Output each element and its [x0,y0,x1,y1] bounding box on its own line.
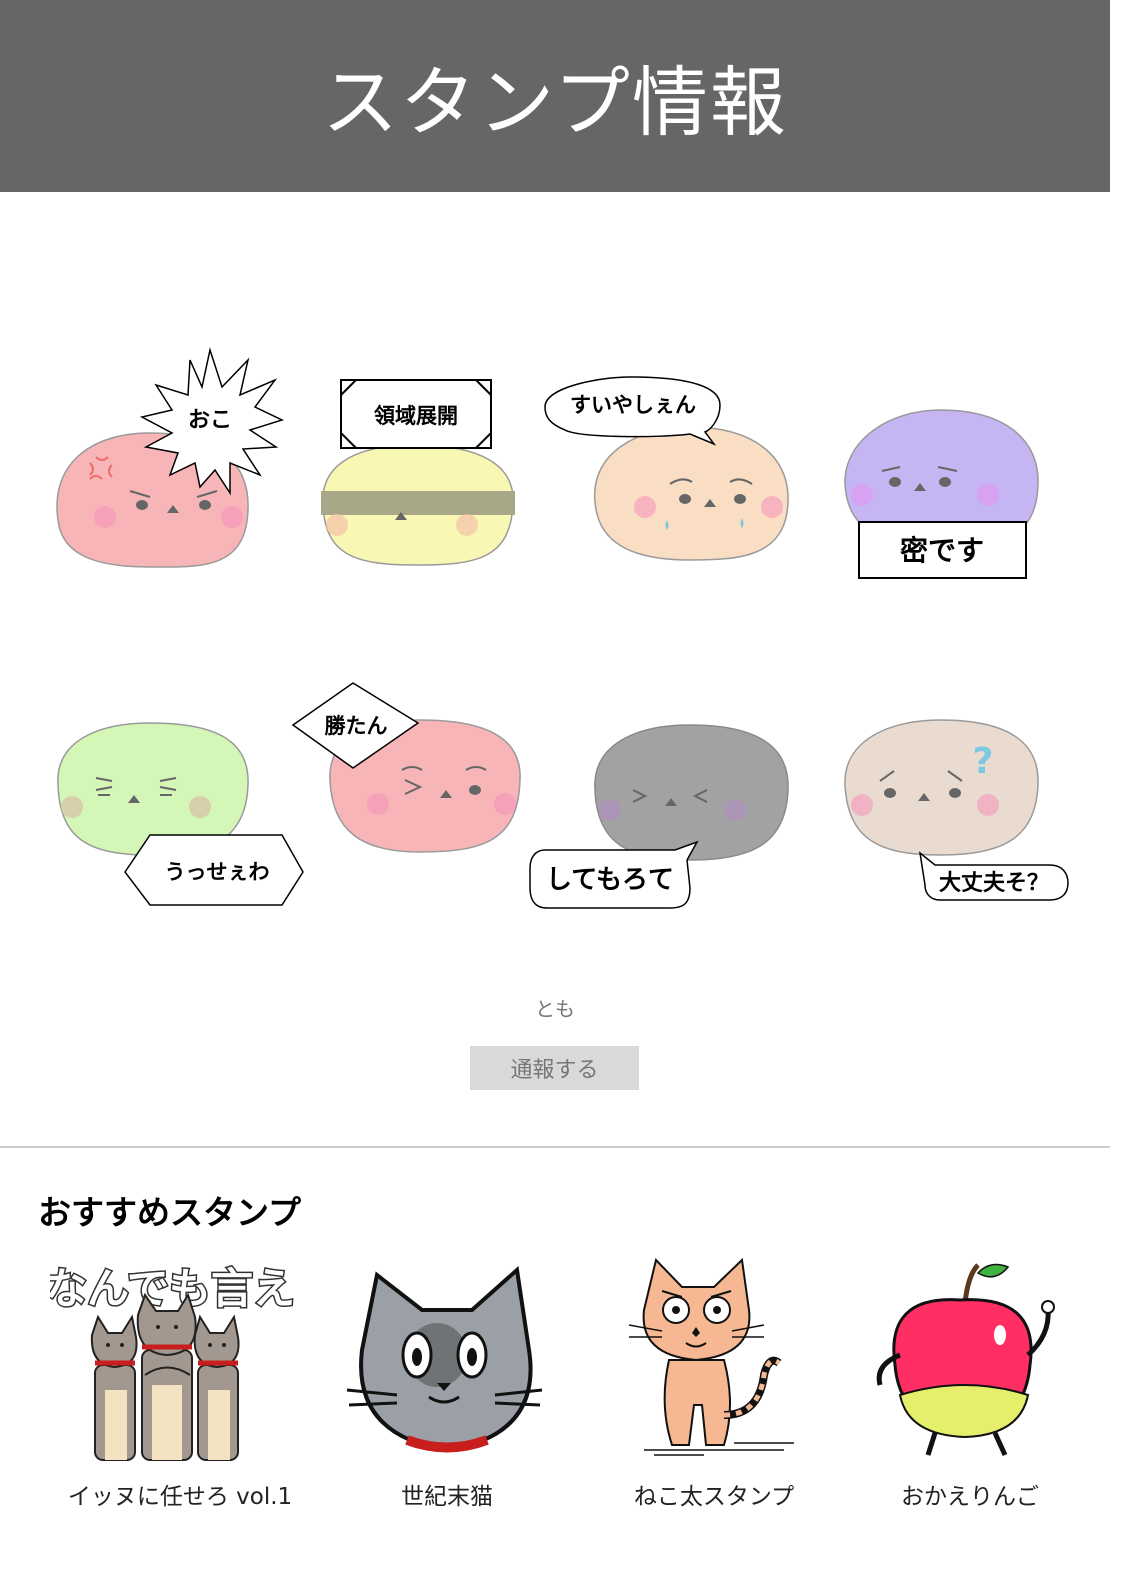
recommend-item-2-name: 世紀末猫 [401,1484,493,1510]
recommend-item-4[interactable]: おかえりんご [840,1255,1100,1515]
question-mark-icon: ? [973,741,994,782]
stamp-5-caption: うっせぇわ [165,860,270,884]
section-divider [0,1146,1110,1148]
stamp-1-caption: おこ [188,408,232,433]
stamp-2[interactable]: 領域展開 [315,375,520,570]
recommend-title: おすすめスタンプ [38,1193,302,1232]
stamp-6-caption: 勝たん [325,714,388,738]
stamp-7[interactable]: してもろて [525,720,795,915]
stamp-2-caption: 領域展開 [374,404,458,428]
recommend-item-1-name: イッヌに任せろ vol.1 [67,1484,293,1510]
recommend-item-4-name: おかえりんご [901,1484,1039,1510]
stamp-3[interactable]: すいやしぇん [540,372,795,567]
recommend-item-4-thumbnail [840,1255,1100,1470]
recommend-item-3[interactable]: ねこ太スタンプ [584,1255,844,1515]
stamp-6[interactable]: 勝たん [290,680,530,865]
stamp-3-caption: すいやしぇん [570,393,696,417]
recommend-item-1[interactable]: なんでも言え イッヌに任せろ vol.1 [44,1255,310,1515]
recommend-item-1-art-text: なんでも言え [50,1264,295,1313]
recommend-item-3-name: ねこ太スタンプ [633,1484,795,1510]
page-title: スタンプ情報 [322,58,788,147]
page-header: スタンプ情報 [0,0,1110,192]
recommend-item-3-thumbnail [584,1255,844,1470]
stamp-4-caption: 密です [900,534,984,567]
recommend-item-2[interactable]: 世紀末猫 [317,1255,577,1515]
stamp-7-caption: してもろて [546,865,674,895]
stamp-8-caption: 大丈夫そ？ [939,871,1049,896]
author-name[interactable]: とも [0,993,1110,1022]
recommend-item-1-thumbnail: なんでも言え [44,1255,310,1470]
stamp-8[interactable]: ? 大丈夫そ？ [840,715,1075,910]
stamp-4[interactable]: 密です [840,405,1055,585]
recommend-item-2-thumbnail [317,1255,577,1470]
stamp-5[interactable]: うっせぇわ [50,715,310,910]
stamp-1[interactable]: おこ [50,345,285,575]
report-button[interactable]: 通報する [470,1046,639,1090]
